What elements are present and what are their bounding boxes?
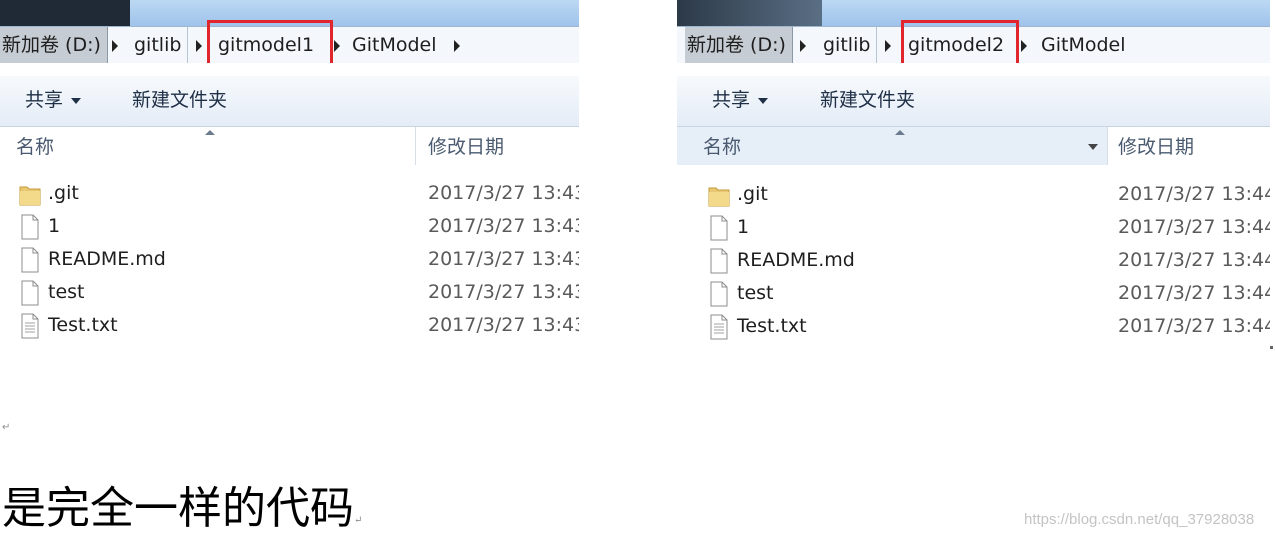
breadcrumb-current-folder[interactable]: GitModel [1041, 27, 1126, 63]
file-icon [21, 214, 39, 240]
list-item[interactable]: Test.txt 2017/3/27 13:44 [677, 310, 1270, 343]
file-name: 1 [48, 215, 61, 237]
list-item[interactable]: 1 2017/3/27 13:43 [0, 210, 579, 243]
file-icon [710, 281, 728, 307]
file-date: 2017/3/27 13:44 [1118, 315, 1270, 337]
caption-text: 是完全一样的代码↵ [2, 484, 362, 534]
chevron-right-icon[interactable] [112, 40, 118, 52]
list-item[interactable]: Test.txt 2017/3/27 13:43 [0, 309, 579, 342]
sort-arrow-icon [895, 130, 905, 135]
file-name: README.md [48, 248, 166, 270]
file-name: Test.txt [737, 315, 807, 337]
file-date: 2017/3/27 13:43 [428, 281, 579, 303]
file-icon [710, 215, 728, 241]
file-name: .git [737, 183, 768, 205]
breadcrumb-current-folder[interactable]: GitModel [352, 27, 437, 63]
list-item[interactable]: 1 2017/3/27 13:44 [677, 211, 1270, 244]
file-date: 2017/3/27 13:44 [1118, 216, 1270, 238]
watermark: https://blog.csdn.net/qq_37928038 [1024, 511, 1255, 528]
column-header: 名称 修改日期 [0, 127, 579, 165]
chevron-down-icon[interactable] [1088, 144, 1098, 150]
file-name: test [48, 281, 85, 303]
chevron-down-icon [758, 97, 769, 104]
file-name: README.md [737, 249, 855, 271]
file-icon [710, 248, 728, 274]
list-item[interactable]: test 2017/3/27 13:44 [677, 277, 1270, 310]
corner-mark [1270, 346, 1273, 349]
folder-icon [708, 187, 730, 207]
column-name[interactable]: 名称 [677, 127, 1107, 165]
file-name: .git [48, 182, 79, 204]
caption-label: 是完全一样的代码 [2, 483, 354, 534]
list-item[interactable]: test 2017/3/27 13:43 [0, 276, 579, 309]
breadcrumb-gitlib[interactable]: gitlib [128, 27, 189, 63]
new-folder-button[interactable]: 新建文件夹 [820, 76, 915, 126]
chevron-right-icon[interactable] [454, 40, 460, 52]
share-label: 共享 [712, 89, 751, 111]
list-item[interactable]: README.md 2017/3/27 13:44 [677, 244, 1270, 277]
new-folder-button[interactable]: 新建文件夹 [132, 76, 227, 126]
chevron-down-icon [71, 97, 82, 104]
file-name: 1 [737, 216, 750, 238]
file-name: test [737, 282, 774, 304]
list-item[interactable]: README.md 2017/3/27 13:43 [0, 243, 579, 276]
column-date-modified[interactable]: 修改日期 [1118, 127, 1194, 165]
explorer-window-right: 新加卷 (D:) gitlib gitmodel2 GitModel 共享 新建… [677, 0, 1270, 352]
paragraph-mark-icon: ↵ [2, 422, 11, 433]
list-item[interactable]: .git 2017/3/27 13:44 [677, 178, 1270, 211]
paragraph-mark-icon: ↵ [354, 515, 363, 526]
list-item[interactable]: .git 2017/3/27 13:43 [0, 177, 579, 210]
chevron-right-icon[interactable] [196, 40, 202, 52]
file-date: 2017/3/27 13:43 [428, 248, 579, 270]
breadcrumb-drive[interactable]: 新加卷 (D:) [0, 27, 108, 63]
toolbar: 共享 新建文件夹 [677, 76, 1270, 127]
file-date: 2017/3/27 13:43 [428, 182, 579, 204]
toolbar: 共享 新建文件夹 [0, 76, 579, 127]
red-highlight-box [207, 20, 333, 68]
file-date: 2017/3/27 13:43 [428, 215, 579, 237]
explorer-window-left: 新加卷 (D:) gitlib gitmodel1 GitModel 共享 新建… [0, 0, 579, 352]
chevron-right-icon[interactable] [334, 40, 340, 52]
chevron-right-icon[interactable] [800, 40, 806, 52]
breadcrumb-drive[interactable]: 新加卷 (D:) [685, 27, 793, 63]
file-icon [21, 247, 39, 273]
breadcrumb-gitlib[interactable]: gitlib [817, 27, 878, 63]
text-file-icon [710, 314, 728, 340]
folder-icon [19, 186, 41, 206]
file-name: Test.txt [48, 314, 118, 336]
column-header: 名称 修改日期 [677, 127, 1270, 165]
file-icon [21, 280, 39, 306]
chevron-right-icon[interactable] [885, 40, 891, 52]
column-date-modified[interactable]: 修改日期 [428, 127, 504, 165]
file-date: 2017/3/27 13:44 [1118, 183, 1270, 205]
column-name[interactable]: 名称 [16, 127, 54, 165]
text-file-icon [21, 313, 39, 339]
share-button[interactable]: 共享 [25, 76, 82, 126]
share-label: 共享 [25, 89, 64, 111]
file-date: 2017/3/27 13:44 [1118, 249, 1270, 271]
file-date: 2017/3/27 13:43 [428, 314, 579, 336]
chevron-right-icon[interactable] [1021, 40, 1027, 52]
sort-arrow-icon [205, 130, 215, 135]
red-highlight-box [901, 20, 1019, 68]
share-button[interactable]: 共享 [712, 76, 769, 126]
file-date: 2017/3/27 13:44 [1118, 282, 1270, 304]
